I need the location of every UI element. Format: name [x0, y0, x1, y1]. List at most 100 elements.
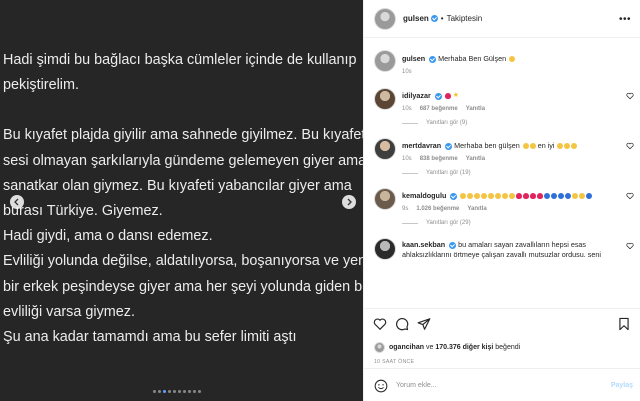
- post-line: sanatkar olan giymez. Bu kıyafeti yabanc…: [3, 177, 352, 194]
- verified-badge-icon: [445, 142, 453, 150]
- comment-bubble-icon[interactable]: [395, 317, 409, 331]
- comment-text: Merhaba ben gülşen: [454, 141, 520, 151]
- comment: mertdavran Merhaba ben gülşen en iyi 10s…: [364, 138, 640, 176]
- separator: •: [440, 14, 444, 23]
- liker-username[interactable]: ogancihan: [389, 344, 424, 351]
- clap-emoji-icon: [557, 143, 564, 150]
- star-emoji-icon: ★: [452, 92, 460, 100]
- like-comment-heart-icon[interactable]: [626, 242, 634, 250]
- clap-emoji-icon: [571, 143, 578, 150]
- post-line: Evliliği yolunda değilse, aldatılıyorsa,…: [3, 253, 363, 270]
- view-replies-button[interactable]: Yanıtları gör (9): [402, 120, 620, 126]
- post-time: 10 SAAT ÖNCE: [374, 359, 415, 365]
- verified-badge-icon: [434, 92, 442, 100]
- hand-emoji-icon: [460, 193, 467, 200]
- avatar[interactable]: [374, 7, 396, 30]
- share-send-icon[interactable]: [417, 317, 431, 331]
- comment-likes[interactable]: 687 beğenme: [420, 106, 458, 112]
- comment-username[interactable]: kemaldogulu: [402, 191, 446, 200]
- eye-emoji-icon: [565, 193, 572, 200]
- post-line: Hadi giydi, ama o dansı edemez.: [3, 228, 213, 245]
- view-replies-button[interactable]: Yanıtları gör (19): [402, 170, 620, 176]
- clap-emoji-icon: [529, 143, 536, 150]
- avatar[interactable]: [374, 88, 396, 110]
- chevron-left-icon: [14, 198, 19, 206]
- comment-username[interactable]: gulsen: [402, 54, 425, 63]
- post-header: gulsen • Takiptesin •••: [364, 0, 640, 38]
- carousel-dot: [173, 390, 176, 393]
- hand-emoji-icon: [572, 193, 579, 200]
- hand-emoji-icon: [502, 193, 509, 200]
- like-comment-heart-icon[interactable]: [626, 92, 634, 100]
- hand-emoji-icon: [488, 193, 495, 200]
- eye-emoji-icon: [558, 193, 565, 200]
- avatar[interactable]: [374, 238, 396, 261]
- post-line: evliliği varsa giymez.: [3, 303, 135, 320]
- comment-text: Merhaba Ben Gülşen: [438, 54, 507, 63]
- hand-emoji-icon: [467, 193, 474, 200]
- comment-username[interactable]: idilyazar: [402, 91, 431, 100]
- verified-badge-icon: [449, 241, 457, 249]
- comment: idilyazar ★ 10s 687 beğenme Yanıtla Yanı…: [364, 88, 640, 126]
- header-username[interactable]: gulsen: [403, 14, 429, 23]
- post-line: bir erkek peşindeyse giyer ama her şeyi …: [3, 278, 363, 295]
- carousel-next-button[interactable]: [342, 195, 356, 209]
- comment-time: 9s: [402, 206, 409, 213]
- red-heart-emoji-icon: [444, 93, 451, 100]
- clap-emoji-icon: [522, 143, 529, 150]
- chevron-right-icon: [347, 198, 352, 206]
- comment-time: 10s: [402, 106, 412, 113]
- likes-count[interactable]: 170.376 diğer kişi: [435, 344, 493, 351]
- carousel-dot: [178, 390, 181, 393]
- reply-button[interactable]: Yanıtla: [466, 156, 485, 162]
- post-line: Hadi şimdi bu bağlacı başka cümleler içi…: [3, 52, 357, 68]
- reply-button[interactable]: Yanıtla: [466, 106, 485, 112]
- emoji-row: [459, 191, 593, 200]
- more-options-icon[interactable]: •••: [619, 14, 631, 25]
- share-comment-button[interactable]: Paylaş: [611, 382, 633, 389]
- carousel-dot: [188, 390, 191, 393]
- hand-emoji-icon: [509, 193, 516, 200]
- verified-badge-icon: [450, 192, 458, 200]
- like-comment-heart-icon[interactable]: [626, 142, 634, 150]
- avatar[interactable]: [374, 50, 396, 72]
- reply-button[interactable]: Yanıtla: [467, 206, 486, 212]
- avatar[interactable]: [374, 342, 385, 353]
- verified-badge-icon: [430, 15, 438, 22]
- hand-emoji-icon: [579, 193, 586, 200]
- carousel-dot: [168, 390, 171, 393]
- emoji-smiley-icon[interactable]: [374, 379, 388, 393]
- likes-summary: ogancihan ve 170.376 diğer kişi beğendi: [374, 342, 520, 353]
- comment-likes[interactable]: 1.026 beğenme: [416, 206, 459, 212]
- hand-emoji-icon: [495, 193, 502, 200]
- follow-status-button[interactable]: Takiptesin: [447, 14, 483, 23]
- red-heart-emoji-icon: [523, 193, 530, 200]
- comment-username[interactable]: mertdavran: [402, 141, 441, 150]
- carousel-dots: [153, 390, 201, 393]
- carousel-dot: [163, 390, 166, 393]
- view-replies-button[interactable]: Yanıtları gör (29): [402, 220, 620, 226]
- save-bookmark-icon[interactable]: [617, 317, 631, 331]
- eye-emoji-icon: [586, 193, 593, 200]
- eye-emoji-icon: [544, 193, 551, 200]
- comment-time: 10s: [402, 69, 412, 75]
- hand-emoji-icon: [481, 193, 488, 200]
- post-line: pekiştirelim.: [3, 77, 79, 94]
- comment-input[interactable]: Yorum ekle...: [396, 382, 437, 389]
- verified-badge-icon: [429, 55, 437, 63]
- carousel-dot: [183, 390, 186, 393]
- avatar[interactable]: [374, 138, 396, 161]
- carousel-prev-button[interactable]: [10, 195, 24, 209]
- post-text-block: Hadi şimdi bu bağlacı başka cümleler içi…: [3, 48, 363, 350]
- avatar[interactable]: [374, 188, 396, 211]
- comment-username[interactable]: kaan.sekban: [402, 240, 445, 249]
- post-line: burası Türkiye. Giyemez.: [3, 203, 163, 220]
- red-heart-emoji-icon: [530, 193, 537, 200]
- carousel-dot: [198, 390, 201, 393]
- post-image: Hadi şimdi bu bağlacı başka cümleler içi…: [0, 0, 363, 401]
- comment-likes[interactable]: 838 beğenme: [420, 156, 458, 162]
- like-comment-heart-icon[interactable]: [626, 192, 634, 200]
- clap-emoji-icon: [564, 143, 571, 150]
- eye-emoji-icon: [551, 193, 558, 200]
- like-heart-icon[interactable]: [373, 317, 387, 331]
